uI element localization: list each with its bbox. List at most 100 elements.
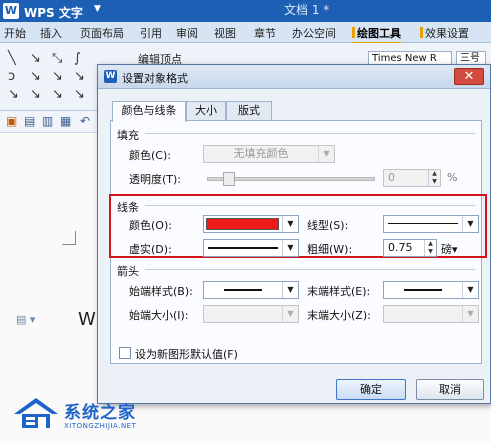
tab-view[interactable]: 视图 [214, 25, 236, 41]
begin-size-label: 始端大小(I): [129, 309, 189, 322]
fill-section-label: 填充 [117, 129, 139, 142]
tab-drawing-tools[interactable]: 绘图工具 [352, 25, 401, 44]
arrow-shape-icon[interactable]: ↘ [74, 69, 85, 84]
arrow-shape-icon[interactable]: ↘ [74, 87, 85, 102]
tab-effects-label: 效果设置 [425, 27, 469, 40]
curve-shape-icon[interactable]: ∫ [74, 51, 81, 66]
tab-marker-icon [420, 27, 423, 38]
percent-unit: % [447, 171, 458, 184]
line-shape-icon[interactable]: ╲ [8, 51, 16, 66]
tab-page-layout[interactable]: 页面布局 [80, 25, 124, 41]
weight-input[interactable]: 0.75 ▲ ▼ [383, 239, 437, 257]
default-checkbox-label[interactable]: 设为新图形默认值(F) [135, 346, 238, 362]
preview-icon[interactable]: ▦ [60, 114, 71, 128]
tab-size[interactable]: 大小 [186, 101, 226, 121]
wps-logo-icon: W [104, 70, 117, 83]
shape-gallery[interactable]: ╲ ↘ ⤡ ∫ ↄ ↘ ↘ ↘ ↘ ↘ ↘ ↘ [6, 49, 94, 105]
document-text: W [78, 309, 96, 330]
arrow-shape-icon[interactable]: ↘ [8, 87, 19, 102]
format-object-dialog: W 设置对象格式 ✕ 颜色与线条 大小 版式 填充 颜色(C): 无填充颜色 ▼… [97, 64, 491, 404]
end-size-label: 末端大小(Z): [307, 309, 371, 322]
undo-icon[interactable]: ↶ [80, 114, 90, 128]
dialog-title: 设置对象格式 [122, 72, 188, 85]
weight-unit-select[interactable]: 磅▾ [441, 241, 458, 257]
fill-color-value: 无填充颜色 [233, 147, 289, 160]
begin-style-preview [224, 289, 262, 291]
watermark-logo: 系统之家 XITONGZHIJIA.NET [12, 392, 162, 438]
folder-icon[interactable]: ▣ [6, 114, 17, 128]
default-checkbox[interactable] [119, 347, 131, 359]
tab-layout[interactable]: 版式 [226, 101, 272, 121]
double-arrow-shape-icon[interactable]: ⤡ [52, 51, 62, 66]
line-style-preview [388, 223, 458, 224]
dash-label: 虚实(D): [129, 243, 172, 256]
title-bar: W WPS 文字 ▼ 文档 1 * [0, 0, 491, 22]
begin-style-label: 始端样式(B): [129, 285, 193, 298]
save-icon[interactable]: ▤ [24, 114, 35, 128]
line-section-label: 线条 [117, 201, 139, 214]
end-size-select[interactable]: ▼ [383, 305, 479, 323]
fill-color-select[interactable]: 无填充颜色 ▼ [203, 145, 335, 163]
house-logo-icon [14, 398, 58, 428]
dash-select[interactable]: ▼ [203, 239, 299, 257]
transparency-input[interactable]: 0 ▲ ▼ [383, 169, 441, 187]
tab-insert[interactable]: 插入 [40, 25, 62, 41]
section-divider [145, 269, 475, 270]
line-color-swatch [206, 218, 279, 230]
transparency-value: 0 [388, 171, 395, 184]
arrow-shape-icon[interactable]: ↘ [30, 69, 41, 84]
tab-references[interactable]: 引用 [140, 25, 162, 41]
paragraph-icon: ▤ ▾ [16, 313, 36, 326]
cancel-button[interactable]: 取消 [416, 379, 484, 400]
chevron-down-icon: ▼ [282, 282, 298, 298]
tab-effects[interactable]: 效果设置 [420, 25, 469, 41]
watermark-url: XITONGZHIJIA.NET [64, 422, 137, 430]
section-divider [145, 205, 475, 206]
tab-drawing-tools-label: 绘图工具 [357, 27, 401, 40]
spinner-arrows-icon[interactable]: ▲ ▼ [428, 170, 440, 186]
arrow-shape-icon[interactable]: ↘ [30, 87, 41, 102]
chevron-down-icon: ▼ [462, 216, 478, 232]
line-color-label: 颜色(O): [129, 219, 172, 232]
print-icon[interactable]: ▥ [42, 114, 53, 128]
wps-logo-icon: W [3, 3, 19, 19]
line-style-label: 线型(S): [307, 219, 349, 232]
chevron-down-icon: ▼ [282, 306, 298, 322]
line-style-select[interactable]: ▼ [383, 215, 479, 233]
tab-marker-icon [352, 27, 355, 38]
dialog-title-bar[interactable]: W 设置对象格式 ✕ [98, 65, 490, 89]
arrow-shape-icon[interactable]: ↘ [52, 87, 63, 102]
tab-review[interactable]: 审阅 [176, 25, 198, 41]
tab-panel: 填充 颜色(C): 无填充颜色 ▼ 透明度(T): 0 ▲ ▼ % 线条 颜色(O… [109, 120, 487, 364]
chevron-down-icon[interactable]: ▼ [94, 4, 101, 14]
chevron-down-icon: ▼ [282, 216, 298, 232]
spinner-arrows-icon[interactable]: ▲ ▼ [424, 240, 436, 256]
fill-color-label: 颜色(C): [129, 149, 171, 162]
dash-preview [208, 247, 278, 249]
close-button[interactable]: ✕ [454, 68, 484, 85]
ribbon-tab-bar: 开始 插入 页面布局 引用 审阅 视图 章节 办公空间 绘图工具 效果设置 [0, 22, 491, 44]
tab-office-space[interactable]: 办公空间 [292, 25, 336, 41]
arrow-shape-icon[interactable]: ↘ [52, 69, 63, 84]
weight-label: 粗细(W): [307, 243, 353, 256]
chevron-down-icon: ▼ [282, 240, 298, 256]
arrow-shape-icon[interactable]: ↘ [30, 51, 41, 66]
arrows-section-label: 箭头 [117, 265, 139, 278]
begin-style-select[interactable]: ▼ [203, 281, 299, 299]
ok-button[interactable]: 确定 [336, 379, 406, 400]
transparency-slider-thumb[interactable] [223, 172, 235, 186]
watermark-name: 系统之家 [64, 403, 136, 423]
tab-colors-lines[interactable]: 颜色与线条 [112, 101, 186, 122]
end-style-select[interactable]: ▼ [383, 281, 479, 299]
weight-value: 0.75 [388, 241, 413, 254]
begin-size-select[interactable]: ▼ [203, 305, 299, 323]
end-style-preview [404, 289, 442, 291]
line-color-select[interactable]: ▼ [203, 215, 299, 233]
chevron-down-icon: ▼ [462, 306, 478, 322]
tab-chapter[interactable]: 章节 [254, 25, 276, 41]
tab-home[interactable]: 开始 [4, 25, 26, 41]
freeform-shape-icon[interactable]: ↄ [8, 69, 15, 84]
page-corner-mark [62, 231, 76, 245]
app-menu-button[interactable]: WPS 文字 [24, 4, 83, 21]
section-divider [145, 133, 475, 134]
